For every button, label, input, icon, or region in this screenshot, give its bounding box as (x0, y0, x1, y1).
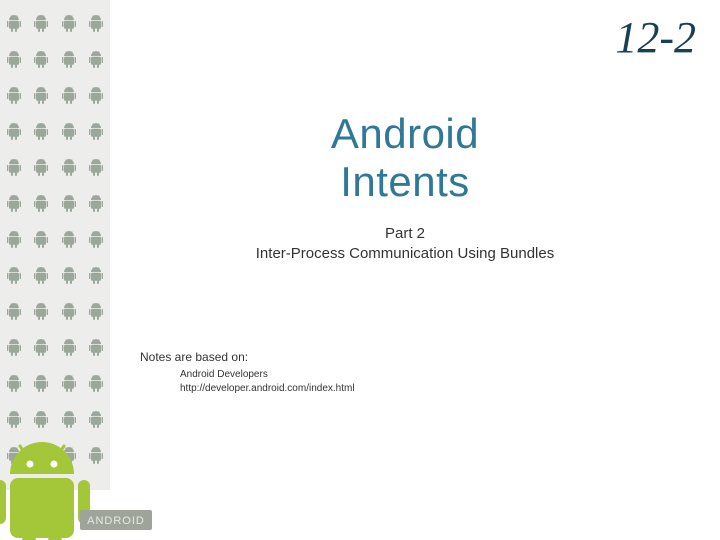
title-line-2: Intents (340, 158, 470, 205)
pattern-droid-icon (0, 366, 28, 402)
pattern-droid-icon (83, 42, 111, 78)
pattern-droid-icon (0, 330, 28, 366)
pattern-droid-icon (55, 186, 83, 222)
pattern-droid-icon (55, 150, 83, 186)
pattern-droid-icon (83, 78, 111, 114)
pattern-droid-icon (83, 6, 111, 42)
page-number: 12‑2 (615, 12, 696, 63)
pattern-droid-icon (28, 366, 56, 402)
pattern-droid-icon (28, 402, 56, 438)
pattern-droid-icon (28, 42, 56, 78)
svg-text:ANDROID: ANDROID (87, 515, 145, 527)
subtitle-line-1: Part 2 (385, 225, 425, 242)
pattern-droid-icon (83, 366, 111, 402)
pattern-droid-icon (0, 6, 28, 42)
pattern-droid-icon (83, 150, 111, 186)
notes-detail: Android Developers http://developer.andr… (180, 368, 355, 395)
pattern-droid-icon (55, 42, 83, 78)
pattern-droid-icon (55, 330, 83, 366)
pattern-droid-icon (28, 78, 56, 114)
slide: 12‑2 Android Intents Part 2 Inter‑Proces… (0, 0, 720, 540)
pattern-droid-icon (0, 222, 28, 258)
slide-subtitle: Part 2 Inter‑Process Communication Using… (110, 224, 700, 265)
pattern-droid-icon (0, 258, 28, 294)
pattern-droid-icon (83, 294, 111, 330)
pattern-droid-icon (55, 366, 83, 402)
pattern-droid-icon (0, 294, 28, 330)
left-pattern-band (0, 0, 110, 490)
pattern-droid-icon (28, 222, 56, 258)
pattern-droid-icon (0, 150, 28, 186)
notes-source: Android Developers (180, 369, 268, 380)
pattern-droid-icon (55, 78, 83, 114)
notes-label: Notes are based on: (140, 350, 248, 364)
pattern-droid-icon (28, 330, 56, 366)
pattern-droid-icon (55, 258, 83, 294)
pattern-droid-icon (83, 114, 111, 150)
pattern-droid-icon (83, 402, 111, 438)
pattern-droid-icon (28, 6, 56, 42)
pattern-droid-icon (55, 294, 83, 330)
pattern-droid-icon (55, 6, 83, 42)
pattern-droid-icon (28, 258, 56, 294)
pattern-droid-icon (83, 222, 111, 258)
pattern-droid-icon (0, 114, 28, 150)
pattern-droid-icon (28, 114, 56, 150)
pattern-droid-icon (55, 114, 83, 150)
pattern-droid-icon (0, 78, 28, 114)
pattern-droid-icon (55, 222, 83, 258)
pattern-droid-icon (0, 402, 28, 438)
title-line-1: Android (331, 110, 479, 157)
pattern-droid-icon (28, 294, 56, 330)
android-robot-icon: ANDROID (0, 438, 156, 540)
pattern-droid-icon (28, 186, 56, 222)
pattern-droid-icon (55, 402, 83, 438)
pattern-droid-icon (83, 258, 111, 294)
slide-title: Android Intents (110, 110, 700, 207)
notes-url: http://developer.android.com/index.html (180, 383, 355, 394)
pattern-droid-icon (28, 150, 56, 186)
pattern-droid-icon (83, 186, 111, 222)
subtitle-line-2: Inter‑Process Communication Using Bundle… (256, 245, 554, 262)
pattern-droid-icon (83, 330, 111, 366)
pattern-droid-icon (0, 186, 28, 222)
pattern-droid-icon (0, 42, 28, 78)
